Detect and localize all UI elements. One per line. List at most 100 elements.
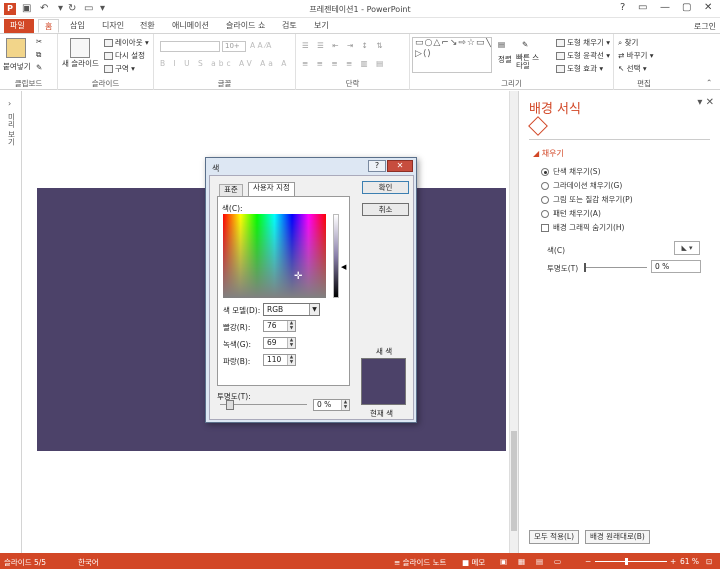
- tab-standard[interactable]: 표준: [219, 184, 243, 196]
- tab-view[interactable]: 보기: [308, 19, 335, 33]
- sign-in-link[interactable]: 로그인: [694, 21, 716, 32]
- comments-button[interactable]: ■ 메모: [462, 557, 485, 568]
- section-button[interactable]: 구역 ▾: [104, 63, 135, 74]
- transparency-slider[interactable]: [584, 263, 647, 272]
- slideshow-view-icon[interactable]: ▭: [554, 557, 561, 566]
- solid-fill-radio[interactable]: [541, 168, 549, 176]
- quick-styles-button[interactable]: 빠른 스타일: [516, 54, 540, 70]
- font-name-combo[interactable]: [160, 41, 220, 52]
- hide-background-graphics-option[interactable]: 배경 그래픽 숨기기(H): [541, 222, 624, 233]
- quick-styles-icon[interactable]: ✎: [522, 40, 528, 49]
- spinner-arrows-icon[interactable]: ▲ ▼: [287, 321, 295, 331]
- tab-transitions[interactable]: 전환: [134, 19, 161, 33]
- pattern-fill-option[interactable]: 패턴 채우기(A): [541, 208, 601, 219]
- ok-button[interactable]: 확인: [362, 181, 409, 194]
- tab-custom[interactable]: 사용자 지정: [248, 182, 295, 196]
- reading-view-icon[interactable]: ▤: [536, 557, 543, 566]
- spinner-arrows-icon[interactable]: ▲ ▼: [287, 338, 295, 348]
- copy-icon[interactable]: ⧉: [36, 50, 41, 60]
- format-painter-icon[interactable]: ✎: [36, 63, 42, 72]
- replace-button[interactable]: ⇄ 바꾸기 ▾: [618, 50, 654, 61]
- thumbnail-pane-label[interactable]: 미리 보기: [5, 113, 17, 145]
- pane-options-icon[interactable]: ▾: [697, 97, 702, 108]
- shape-effects-button[interactable]: 도형 효과 ▾: [556, 63, 603, 74]
- tab-design[interactable]: 디자인: [96, 19, 130, 33]
- notes-button[interactable]: ≡ 슬라이드 노트: [394, 557, 446, 568]
- gradient-fill-radio[interactable]: [541, 182, 549, 190]
- tab-insert[interactable]: 삽입: [64, 19, 91, 33]
- expand-pane-icon[interactable]: ›: [8, 99, 11, 108]
- zoom-slider-knob[interactable]: [625, 558, 628, 565]
- scrollbar-thumb[interactable]: [511, 431, 517, 531]
- picture-fill-option[interactable]: 그림 또는 질감 채우기(P): [541, 194, 633, 205]
- blue-input[interactable]: 110 ▲ ▼: [263, 354, 296, 366]
- font-grow-icon[interactable]: A A ⁄A: [250, 41, 271, 50]
- tab-home[interactable]: 홈: [38, 19, 60, 33]
- font-size-combo[interactable]: 10+: [222, 41, 246, 52]
- color-picker-button[interactable]: ◣ ▾: [674, 241, 700, 255]
- list-icons[interactable]: ☰ ☰ ⇤ ⇥ ↕ ⇅: [302, 41, 386, 50]
- maximize-icon[interactable]: ▢: [682, 2, 691, 13]
- select-button[interactable]: ↖ 선택 ▾: [618, 63, 647, 74]
- dialog-transparency-input[interactable]: 0 % ▲ ▼: [313, 399, 350, 411]
- shape-fill-button[interactable]: 도형 채우기 ▾: [556, 37, 610, 48]
- red-input[interactable]: 76 ▲ ▼: [263, 320, 296, 332]
- layout-button[interactable]: 레이아웃 ▾: [104, 37, 149, 48]
- dialog-help-button[interactable]: ?: [368, 160, 386, 172]
- luminance-pointer-icon[interactable]: ◀: [341, 263, 346, 271]
- gradient-fill-option[interactable]: 그라데이션 채우기(G): [541, 180, 622, 191]
- zoom-in-icon[interactable]: +: [670, 557, 676, 566]
- solid-fill-option[interactable]: 단색 채우기(S): [541, 166, 601, 177]
- close-icon[interactable]: ✕: [704, 2, 712, 13]
- find-button[interactable]: ⌕ 찾기: [618, 37, 638, 48]
- zoom-out-icon[interactable]: −: [585, 557, 591, 566]
- help-icon[interactable]: ?: [620, 2, 625, 13]
- cancel-button[interactable]: 취소: [362, 203, 409, 216]
- zoom-slider[interactable]: [595, 558, 667, 565]
- transparency-slider-knob[interactable]: [584, 263, 586, 272]
- vertical-scrollbar[interactable]: [509, 91, 518, 553]
- dialog-transparency-knob[interactable]: [226, 400, 234, 410]
- reset-button[interactable]: 다시 설정: [104, 50, 145, 61]
- paste-button[interactable]: 붙여넣기: [3, 61, 31, 72]
- tab-file[interactable]: 파일: [4, 19, 34, 33]
- zoom-level[interactable]: 61 %: [680, 557, 699, 566]
- spinner-arrows-icon[interactable]: ▲ ▼: [341, 400, 349, 410]
- slide-sorter-icon[interactable]: ▦: [518, 557, 525, 566]
- collapse-ribbon-icon[interactable]: ⌃: [706, 78, 712, 87]
- transparency-input[interactable]: 0 %: [651, 260, 701, 273]
- dialog-close-button[interactable]: ✕: [387, 160, 413, 172]
- align-icons[interactable]: ≡ ≡ ≡ ≡ ▥ ▤: [302, 59, 386, 68]
- apply-to-all-button[interactable]: 모두 적용(L): [529, 530, 580, 544]
- shapes-gallery[interactable]: ▭○△⌐↘⇨☆▭╲⌒◇▱{}▷⟨⟩: [412, 37, 492, 73]
- fill-section-header[interactable]: ◢ 채우기: [533, 148, 564, 159]
- hide-background-graphics-checkbox[interactable]: [541, 224, 549, 232]
- picture-fill-radio[interactable]: [541, 196, 549, 204]
- shape-outline-button[interactable]: 도형 윤곽선 ▾: [556, 50, 610, 61]
- paste-icon[interactable]: [6, 38, 26, 58]
- arrange-icon[interactable]: ▤: [498, 40, 505, 49]
- fill-bucket-icon[interactable]: [528, 116, 548, 136]
- minimize-icon[interactable]: —: [660, 2, 670, 13]
- dialog-transparency-slider[interactable]: [220, 400, 307, 411]
- fit-to-window-icon[interactable]: ⊡: [706, 557, 712, 566]
- font-format-icons[interactable]: B I U S abc AV Aa A: [160, 59, 289, 68]
- language-indicator[interactable]: 한국어: [78, 557, 99, 568]
- color-spectrum[interactable]: ✛: [223, 214, 326, 298]
- pattern-fill-radio[interactable]: [541, 210, 549, 218]
- luminance-bar[interactable]: [333, 214, 339, 298]
- spinner-arrows-icon[interactable]: ▲ ▼: [287, 355, 295, 365]
- pane-close-icon[interactable]: ✕: [706, 97, 714, 108]
- crosshair-icon[interactable]: ✛: [294, 271, 302, 282]
- green-input[interactable]: 69 ▲ ▼: [263, 337, 296, 349]
- new-slide-icon[interactable]: [70, 38, 90, 58]
- ribbon-display-icon[interactable]: ▭: [638, 2, 647, 13]
- reset-background-button[interactable]: 배경 원래대로(B): [585, 530, 650, 544]
- new-slide-button[interactable]: 새 슬라이드: [62, 58, 99, 69]
- tab-review[interactable]: 검토: [276, 19, 303, 33]
- arrange-button[interactable]: 정렬: [498, 54, 512, 65]
- normal-view-icon[interactable]: ▣: [500, 557, 507, 566]
- tab-slideshow[interactable]: 슬라이드 쇼: [220, 19, 271, 33]
- cut-icon[interactable]: ✂: [36, 37, 42, 46]
- color-model-select[interactable]: RGB ▼: [263, 303, 320, 316]
